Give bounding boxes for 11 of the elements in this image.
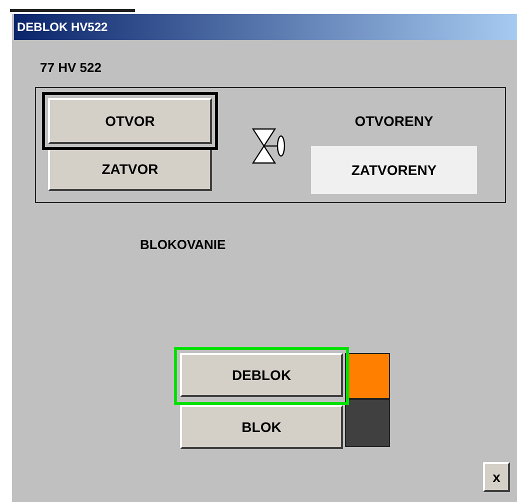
- valve-state-indicator: ZATVORENY: [311, 146, 477, 194]
- block-command-button[interactable]: DEBLOK: [180, 353, 343, 397]
- close-button[interactable]: x: [483, 462, 510, 492]
- valve-state-indicator: OTVORENY: [354, 112, 434, 131]
- valve-tag-label: 77 HV 522: [40, 60, 102, 75]
- block-command-button[interactable]: BLOK: [180, 405, 343, 449]
- window-title: DEBLOK HV522: [17, 20, 108, 34]
- section-title: BLOKOVANIE: [140, 237, 226, 252]
- valve-command-button[interactable]: OTVOR: [48, 98, 212, 144]
- valve-command-button[interactable]: ZATVOR: [48, 147, 212, 191]
- valve-icon: [252, 128, 286, 164]
